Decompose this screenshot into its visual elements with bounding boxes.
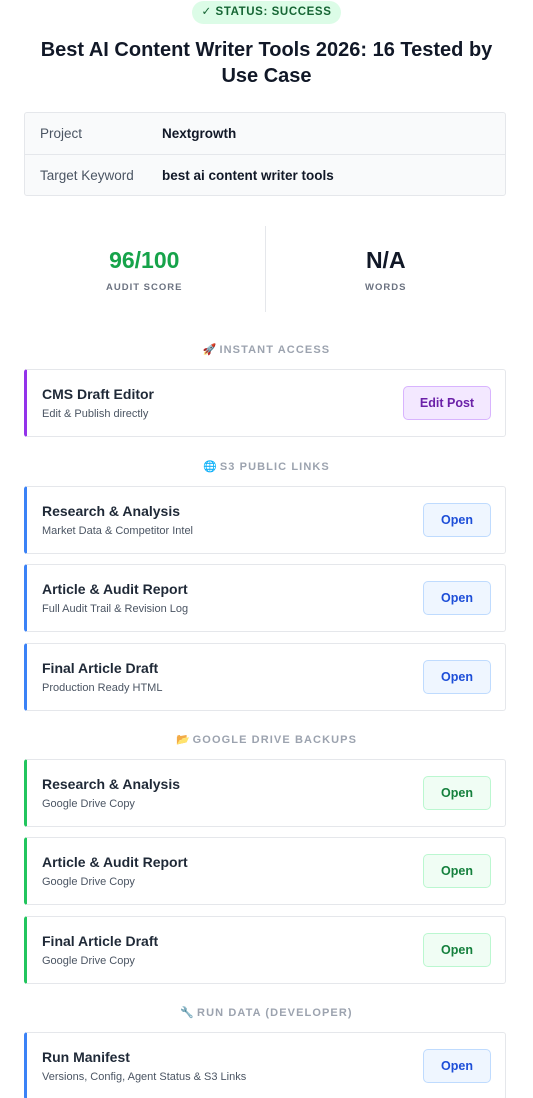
meta-value: Nextgrowth [162,126,237,141]
card-title: Research & Analysis [42,503,180,519]
meta-label: Target Keyword [40,167,134,183]
stat-audit-score: 96/100 AUDIT SCORE [24,226,265,312]
open-button[interactable]: Open [423,933,491,967]
card-subtitle: Market Data & Competitor Intel [42,525,194,537]
card-subtitle: Edit & Publish directly [42,408,149,420]
section-title-text: INSTANT ACCESS [219,344,331,356]
section-title-run: 🔧 RUN DATA (DEVELOPER) [0,1006,533,1019]
card-subtitle: Google Drive Copy [42,798,135,810]
card-subtitle: Google Drive Copy [42,876,135,888]
card-cms-draft: CMS Draft Editor Edit & Publish directly… [24,369,506,437]
meta-label: Project [40,126,83,141]
stats-panel: 96/100 AUDIT SCORE N/A WORDS [24,226,506,312]
stat-words: N/A WORDS [264,226,507,312]
card-subtitle: Versions, Config, Agent Status & S3 Link… [42,1071,247,1083]
page-title: Best AI Content Writer Tools 2026: 16 Te… [40,39,493,87]
card-title: Final Article Draft [42,660,159,676]
section-title-text: S3 PUBLIC LINKS [219,461,330,473]
section-title-text: GOOGLE DRIVE BACKUPS [192,734,358,746]
open-button[interactable]: Open [423,660,491,694]
card-title: Run Manifest [42,1049,130,1065]
card-subtitle: Google Drive Copy [42,955,135,967]
status-badge-wrap: ✓ STATUS: SUCCESS [0,0,533,25]
section-title-instant: 🚀 INSTANT ACCESS [0,343,533,356]
meta-row-project: Project Nextgrowth [25,113,505,154]
card-title: Final Article Draft [42,933,159,949]
card-s3-article-audit: Article & Audit Report Full Audit Trail … [24,564,506,632]
card-title: Article & Audit Report [42,581,188,597]
stat-label: WORDS [365,282,407,293]
card-title: CMS Draft Editor [42,386,154,402]
meta-value: best ai content writer tools [162,167,334,183]
section-title-drive: 📂 GOOGLE DRIVE BACKUPS [0,733,533,746]
globe-icon: 🌐 [203,461,217,473]
meta-row-keyword: Target Keyword best ai content writer to… [25,154,505,195]
edit-post-button[interactable]: Edit Post [403,386,491,420]
wrench-icon: 🔧 [180,1007,195,1019]
card-title: Article & Audit Report [42,854,188,870]
folder-icon: 📂 [175,734,190,746]
card-drive-research: Research & Analysis Google Drive Copy Op… [24,759,506,827]
card-s3-final-draft: Final Article Draft Production Ready HTM… [24,643,506,711]
open-button[interactable]: Open [423,854,491,888]
section-title-text: RUN DATA (DEVELOPER) [197,1007,353,1019]
section-title-s3: 🌐 S3 PUBLIC LINKS [0,460,533,473]
card-subtitle: Full Audit Trail & Revision Log [42,603,189,615]
card-s3-research: Research & Analysis Market Data & Compet… [24,486,506,554]
rocket-icon: 🚀 [202,344,217,356]
open-button[interactable]: Open [423,503,491,537]
open-button[interactable]: Open [423,776,491,810]
status-badge: ✓ STATUS: SUCCESS [191,1,342,24]
card-run-manifest: Run Manifest Versions, Config, Agent Sta… [24,1032,506,1098]
stat-value: N/A [365,247,406,273]
card-drive-article-audit: Article & Audit Report Google Drive Copy… [24,837,506,905]
meta-table: Project Nextgrowth Target Keyword best a… [24,112,506,196]
card-subtitle: Production Ready HTML [42,682,163,694]
card-title: Research & Analysis [42,776,180,792]
open-button[interactable]: Open [423,1049,491,1083]
stat-value: 96/100 [109,247,180,273]
stat-label: AUDIT SCORE [106,282,183,293]
open-button[interactable]: Open [423,581,491,615]
card-drive-final-draft: Final Article Draft Google Drive Copy Op… [24,916,506,984]
